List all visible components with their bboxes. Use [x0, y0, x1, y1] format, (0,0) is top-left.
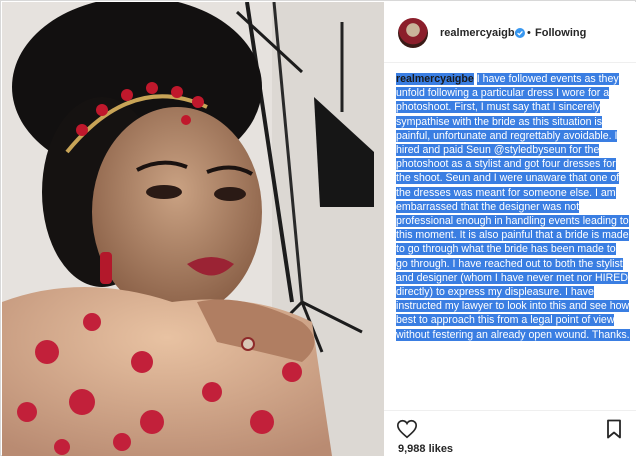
bookmark-icon[interactable] — [606, 419, 622, 439]
separator-dot: • — [527, 27, 531, 39]
verified-badge-icon — [515, 28, 525, 38]
post-sidebar: realmercyaigbe • Following realmercyaigb… — [384, 2, 636, 456]
avatar[interactable] — [398, 18, 428, 48]
username-link[interactable]: realmercyaigbe — [440, 27, 521, 39]
likes-count[interactable]: 9,988 likes — [398, 443, 453, 455]
post-image — [2, 2, 384, 456]
caption-text: I have followed events as they unfold fo… — [396, 73, 630, 341]
action-bar — [384, 410, 636, 441]
instagram-post: realmercyaigbe • Following realmercyaigb… — [0, 0, 636, 456]
following-button[interactable]: Following — [535, 27, 586, 39]
post-photo[interactable] — [2, 2, 384, 456]
heart-icon[interactable] — [396, 418, 418, 440]
post-caption: realmercyaigbe I have followed events as… — [396, 72, 630, 342]
caption-username[interactable]: realmercyaigbe — [396, 73, 474, 85]
post-header: realmercyaigbe • Following — [384, 2, 636, 63]
